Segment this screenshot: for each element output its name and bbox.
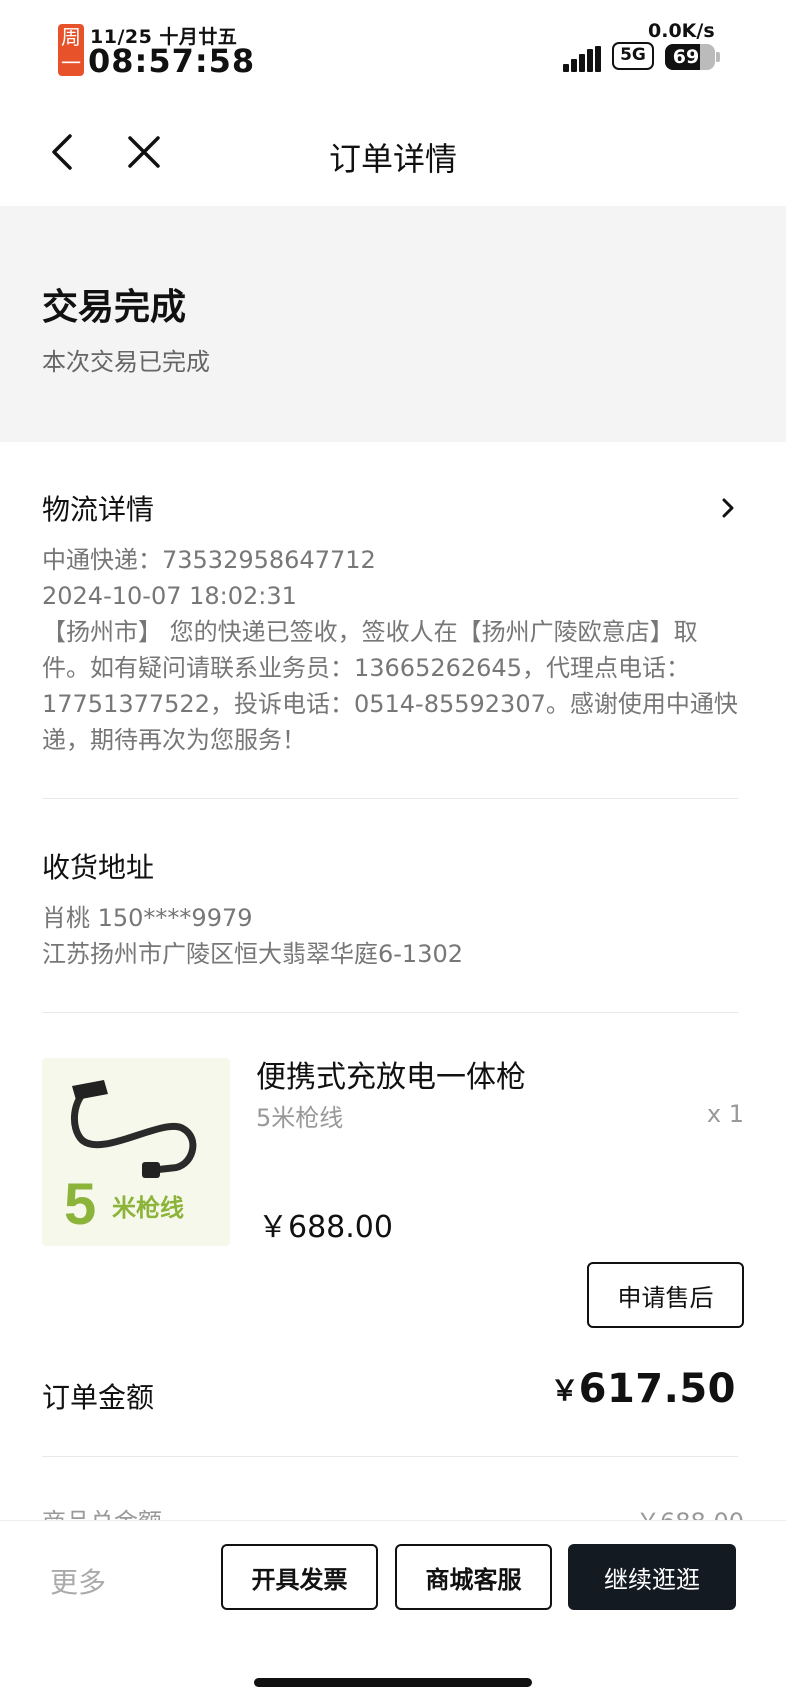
weekday-badge: 周一 <box>58 24 84 76</box>
thumb-number: 5 <box>64 1172 96 1237</box>
customer-service-button[interactable]: 商城客服 <box>395 1544 552 1610</box>
continue-shopping-button[interactable]: 继续逛逛 <box>568 1544 736 1610</box>
invoice-button[interactable]: 开具发票 <box>221 1544 378 1610</box>
thumb-caption: 米枪线 <box>112 1194 184 1222</box>
order-status-subtitle: 本次交易已完成 <box>42 348 210 376</box>
network-type-badge: 5G <box>612 42 654 70</box>
chevron-right-icon[interactable] <box>716 494 740 522</box>
address-line: 江苏扬州市广陵区恒大翡翠华庭6-1302 <box>42 940 464 968</box>
product-name[interactable]: 便携式充放电一体枪 <box>256 1052 526 1096</box>
order-total-label: 订单金额 <box>42 1381 155 1414</box>
divider <box>42 1456 738 1457</box>
battery-icon: 69 <box>665 44 715 70</box>
logistics-heading[interactable]: 物流详情 <box>42 488 154 528</box>
order-total-value: 617.50 <box>578 1366 736 1412</box>
address-heading: 收货地址 <box>42 851 155 884</box>
product-spec: 5米枪线 <box>256 1104 344 1132</box>
product-quantity: x 1 <box>706 1100 744 1128</box>
tracking-number: 中通快递：73532958647712 <box>42 546 376 574</box>
address-contact: 肖桃 150****9979 <box>42 904 253 932</box>
network-speed: 0.0K/s <box>648 20 715 42</box>
more-link[interactable]: 更多 <box>50 1561 106 1601</box>
product-thumbnail[interactable]: 5 米枪线 <box>42 1058 230 1246</box>
divider <box>42 1012 738 1013</box>
currency-symbol: ￥ <box>550 1374 579 1407</box>
charging-cable-image: 5 米枪线 <box>64 1080 197 1237</box>
battery-percent: 69 <box>672 46 700 68</box>
status-time: 08:57:58 <box>88 42 256 80</box>
home-indicator <box>254 1678 532 1687</box>
nav-bar: 订单详情 <box>0 96 786 206</box>
page-title: 订单详情 <box>328 140 457 178</box>
signal-icon <box>563 46 603 72</box>
logistics-detail: 【扬州市】 您的快递已签收，签收人在【扬州广陵欧意店】取件。如有疑问请联系业务员… <box>42 618 738 754</box>
divider <box>42 798 738 799</box>
battery-cap <box>716 52 720 62</box>
product-price: ￥688.00 <box>258 1210 393 1245</box>
order-status-title: 交易完成 <box>42 287 187 328</box>
bottom-action-bar: 更多 开具发票 商城客服 继续逛逛 <box>0 1520 786 1704</box>
status-bar: 周一 11/25 十月廿五 08:57:58 0.0K/s 5G 69 <box>0 0 786 96</box>
order-total: ￥617.50 <box>551 1366 736 1412</box>
order-status-section: 交易完成 本次交易已完成 <box>0 206 786 442</box>
after-sale-button[interactable]: 申请售后 <box>587 1262 744 1328</box>
logistics-timestamp: 2024-10-07 18:02:31 <box>42 582 297 610</box>
